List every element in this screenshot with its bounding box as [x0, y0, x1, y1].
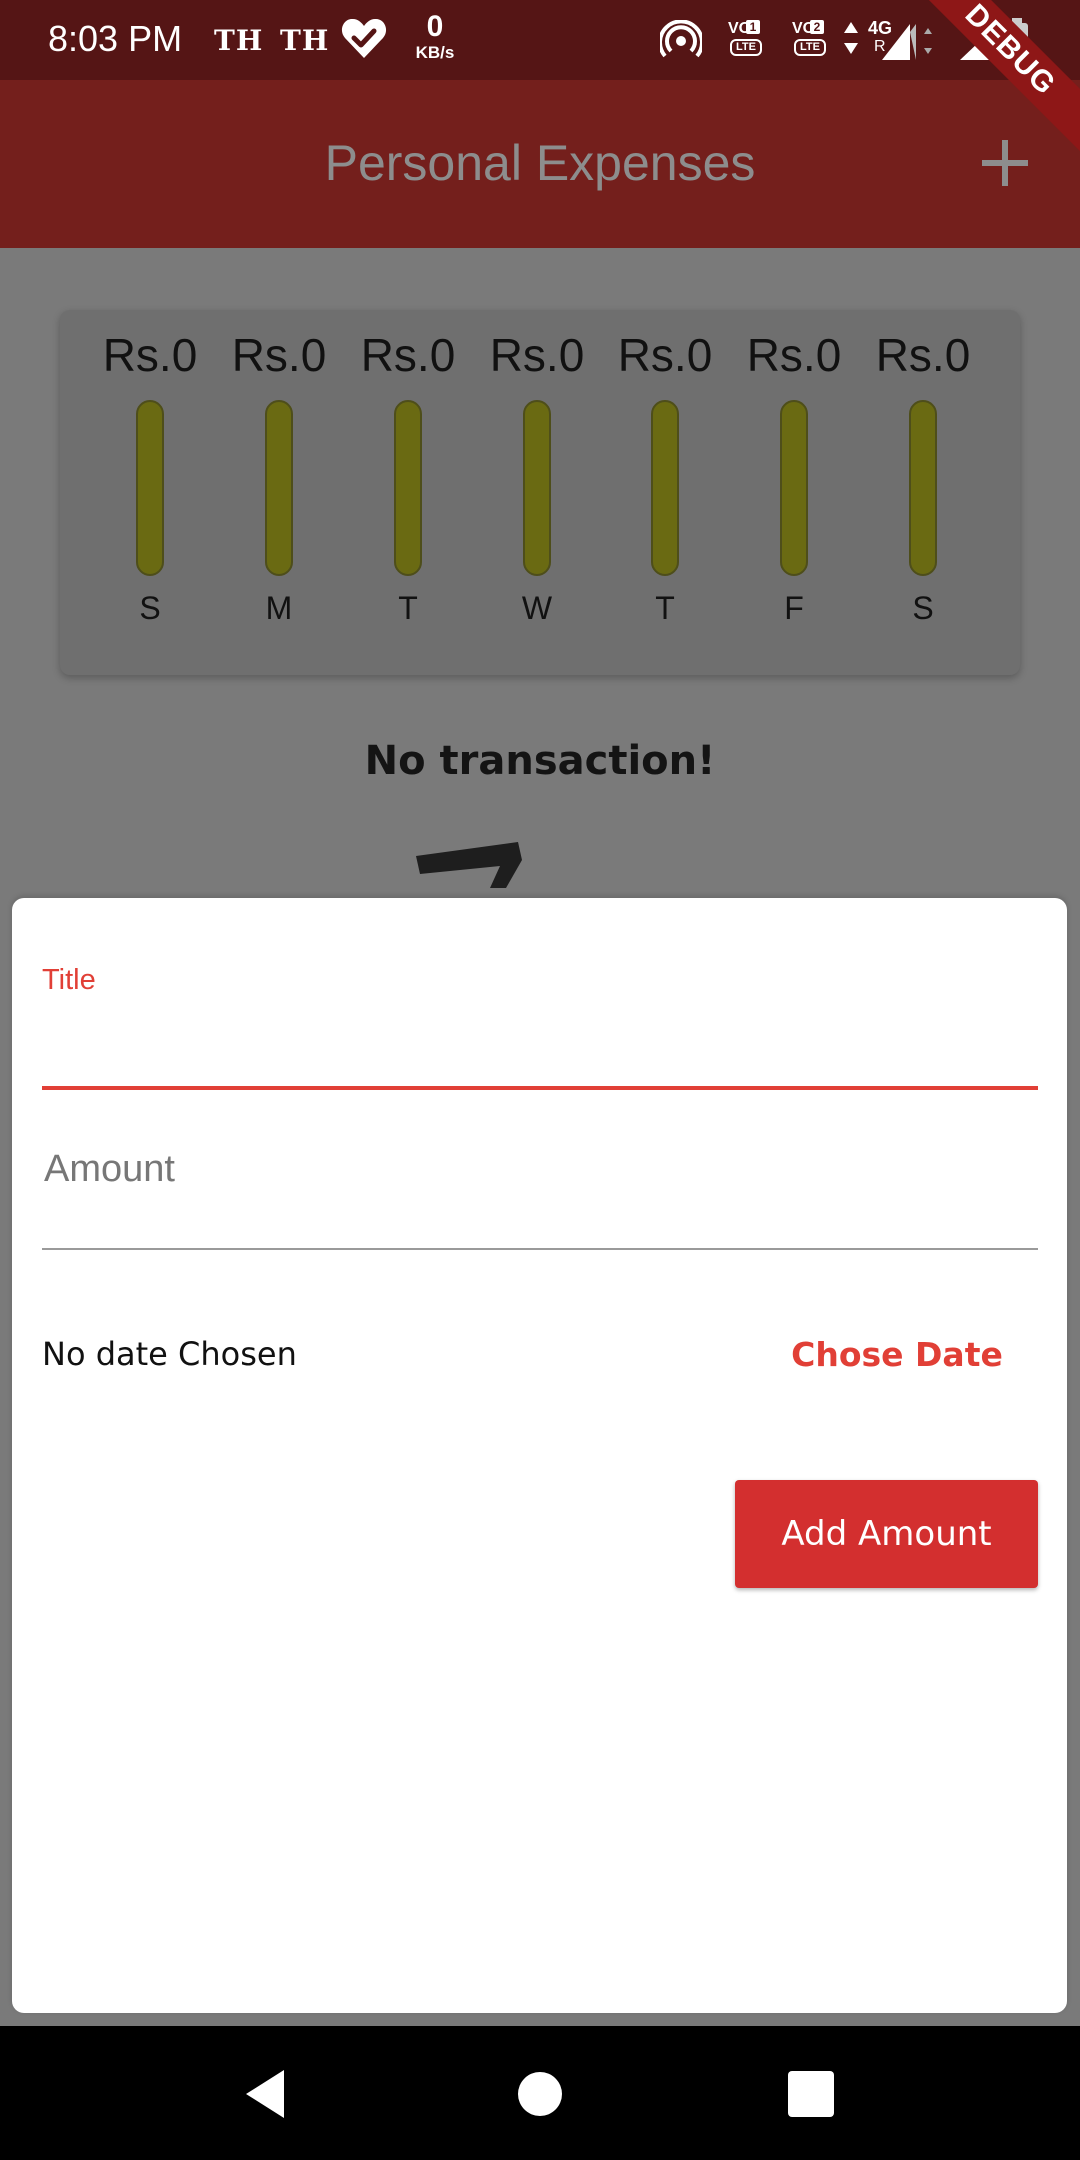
- bar-track: [136, 400, 164, 576]
- bar-day-label: S: [139, 590, 161, 626]
- network-speed-unit: KB/s: [415, 43, 455, 62]
- status-bar: 8:03 PM TH TH 0 KB/s VO 1 LTE VO 2 LTE 4…: [0, 0, 1080, 80]
- date-status-text: No date Chosen: [42, 1335, 297, 1373]
- volte-1-icon: VO 1 LTE: [728, 20, 772, 58]
- app-title: Personal Expenses: [324, 135, 756, 191]
- bar-day-label: W: [521, 590, 553, 626]
- bar-amount: Rs.0: [360, 329, 456, 381]
- network-speed: 0 KB/s: [410, 10, 460, 62]
- bar-day-label: F: [784, 590, 804, 626]
- bar-amount: Rs.0: [102, 329, 198, 381]
- bar-day-label: T: [655, 590, 675, 626]
- bar-day-label: T: [398, 590, 418, 626]
- bar-amount: Rs.0: [617, 329, 713, 381]
- hotspot-icon: [660, 20, 702, 58]
- chart-bar: Rs.0 M: [215, 328, 343, 627]
- plus-icon[interactable]: [978, 136, 1032, 190]
- bar-track: [780, 400, 808, 576]
- amount-underline: [42, 1248, 1038, 1250]
- chart-bar: Rs.0 T: [601, 328, 729, 627]
- recents-square-icon[interactable]: [783, 2066, 839, 2122]
- weekly-chart-card: Rs.0 S Rs.0 M Rs.0 T Rs.0 W Rs.0 T Rs.0 …: [60, 310, 1020, 675]
- bar-track: [651, 400, 679, 576]
- empty-state-image: [416, 842, 522, 888]
- health-heart-icon: [341, 18, 387, 59]
- bar-track: [523, 400, 551, 576]
- volte-2-lte: LTE: [794, 39, 826, 56]
- bar-amount: Rs.0: [875, 329, 971, 381]
- chart-bar: Rs.0 S: [859, 328, 987, 627]
- system-nav-bar: [0, 2026, 1080, 2160]
- bar-track: [265, 400, 293, 576]
- carrier-2-label: TH: [280, 24, 330, 57]
- bar-amount: Rs.0: [746, 329, 842, 381]
- app-bar: Personal Expenses: [0, 80, 1080, 248]
- bar-day-label: S: [912, 590, 934, 626]
- choose-date-button[interactable]: Chose Date: [772, 1326, 1022, 1382]
- volte-1-lte: LTE: [730, 39, 762, 56]
- volte-2-sim: 2: [810, 20, 824, 34]
- status-time: 8:03 PM: [48, 18, 183, 59]
- home-circle-icon[interactable]: [512, 2066, 568, 2122]
- data-arrows-icon: [844, 22, 858, 54]
- empty-state-message: No transaction!: [364, 738, 716, 784]
- chart-bar: Rs.0 F: [730, 328, 858, 627]
- title-input[interactable]: [42, 1008, 1042, 1060]
- chart-bar: Rs.0 S: [86, 328, 214, 627]
- amount-input[interactable]: [42, 1138, 1042, 1200]
- chart-bar: Rs.0 W: [473, 328, 601, 627]
- carrier-1-label: TH: [214, 24, 264, 57]
- network-speed-value: 0: [426, 10, 444, 43]
- bar-amount: Rs.0: [489, 329, 585, 381]
- back-triangle-icon[interactable]: [240, 2066, 296, 2122]
- signal-1-icon: [882, 24, 932, 60]
- bar-day-label: M: [265, 590, 293, 626]
- bar-track: [909, 400, 937, 576]
- title-underline: [42, 1086, 1038, 1090]
- add-transaction-sheet: Title No date Chosen Chose Date Add Amou…: [12, 898, 1067, 2013]
- volte-1-sim: 1: [746, 20, 760, 34]
- title-field-label: Title: [42, 964, 96, 996]
- add-amount-button[interactable]: Add Amount: [735, 1480, 1038, 1588]
- chart-bar: Rs.0 T: [344, 328, 472, 627]
- volte-2-icon: VO 2 LTE: [792, 20, 836, 58]
- bar-amount: Rs.0: [231, 329, 327, 381]
- bar-track: [394, 400, 422, 576]
